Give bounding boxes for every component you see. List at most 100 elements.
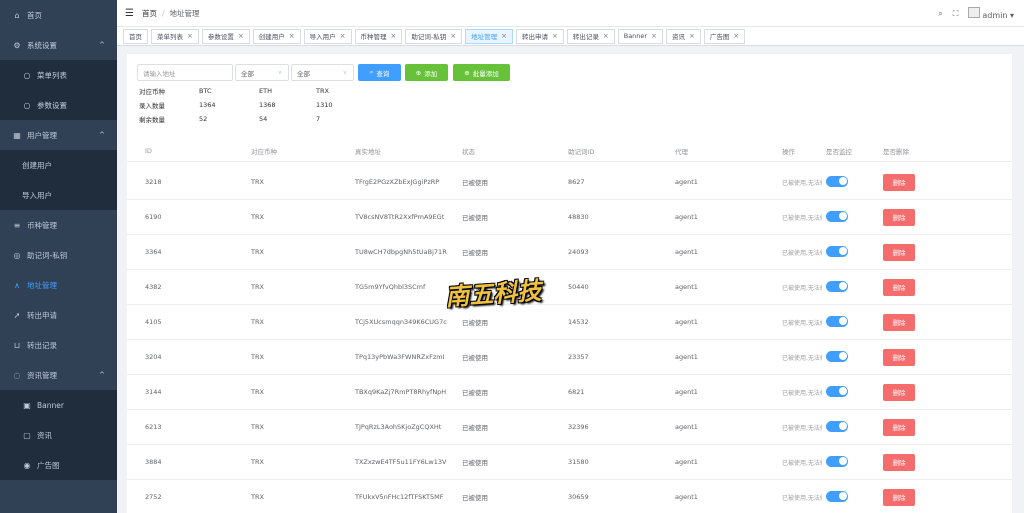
cell-operation: 已被使用,无法修 xyxy=(782,214,822,222)
gear-icon: ⚙ xyxy=(13,40,21,50)
close-icon[interactable]: × xyxy=(289,32,295,40)
close-icon[interactable]: × xyxy=(689,32,695,40)
sidebar-item[interactable]: ⊔ 转出记录 xyxy=(0,330,117,360)
monitor-toggle[interactable] xyxy=(826,280,848,292)
cell-agent: agent1 xyxy=(675,388,698,396)
sidebar-item-label: 广告图 xyxy=(37,460,60,470)
cell-id: 4382 xyxy=(145,283,162,291)
sidebar-item[interactable]: ⌂ 首页 xyxy=(0,0,117,30)
query-button[interactable]: ⌕ 查询 xyxy=(358,64,401,81)
cell-monitor xyxy=(822,420,875,434)
cell-monitor xyxy=(822,175,875,189)
cell-mnemonic-id: 32396 xyxy=(568,423,589,431)
sidebar-item[interactable]: ○ 参数设置 xyxy=(0,90,117,120)
delete-button[interactable]: 删除 xyxy=(883,313,915,331)
tag-tab[interactable]: 转出记录 × xyxy=(566,28,615,44)
monitor-toggle[interactable] xyxy=(826,490,848,502)
cell-mnemonic-id: 8627 xyxy=(568,178,585,186)
cell-status: 已被使用 xyxy=(462,424,488,432)
stats-cell: 剩余数量 xyxy=(139,116,165,124)
close-icon[interactable]: × xyxy=(501,32,507,40)
chevron-up-icon: ^ xyxy=(99,131,105,139)
hamburger-icon[interactable]: ☰ xyxy=(125,8,134,19)
delete-button[interactable]: 删除 xyxy=(883,243,915,261)
cell-delete: 删除 xyxy=(875,313,935,331)
sidebar-item[interactable]: ≡ 币种管理 xyxy=(0,210,117,240)
batch-add-button[interactable]: ⊕ 批量添加 xyxy=(453,64,510,81)
cell-address: TFrgE2PGzXZbExJGgiPzRP xyxy=(355,178,440,186)
cell-id: 3884 xyxy=(145,458,162,466)
add-button[interactable]: ⊕ 添加 xyxy=(405,64,448,81)
tag-tab[interactable]: 参数设置 × xyxy=(201,28,250,44)
cell-agent: agent1 xyxy=(675,283,698,291)
close-icon[interactable]: × xyxy=(450,32,456,40)
stats-header: 对应币种 BTC ETH TRX xyxy=(139,84,356,98)
monitor-toggle[interactable] xyxy=(826,210,848,222)
tent-icon: ∧ xyxy=(14,280,20,290)
tag-tab[interactable]: 助记词-私钥 × xyxy=(405,28,463,44)
tag-tab[interactable]: 导入用户 × xyxy=(303,28,352,44)
breadcrumb-home[interactable]: 首页 xyxy=(142,9,157,18)
tag-tab[interactable]: Banner × xyxy=(617,28,663,44)
delete-button[interactable]: 删除 xyxy=(883,418,915,436)
delete-button[interactable]: 删除 xyxy=(883,208,915,226)
tag-tab[interactable]: 广告图 × xyxy=(703,28,746,44)
monitor-toggle[interactable] xyxy=(826,385,848,397)
tag-tab[interactable]: 资讯 × xyxy=(665,28,701,44)
tag-tab[interactable]: 创建用户 × xyxy=(252,28,301,44)
sidebar-item[interactable]: 导入用户 xyxy=(0,180,117,210)
monitor-toggle[interactable] xyxy=(826,420,848,432)
stats-cell: ETH xyxy=(259,87,272,95)
tag-tab-label: 菜单列表 xyxy=(157,33,183,41)
delete-button[interactable]: 删除 xyxy=(883,348,915,366)
sidebar-item[interactable]: ○ 菜单列表 xyxy=(0,60,117,90)
sidebar-item[interactable]: ∧ 地址管理 xyxy=(0,270,117,300)
tag-tab[interactable]: 地址管理 × xyxy=(465,28,513,44)
monitor-toggle[interactable] xyxy=(826,315,848,327)
close-icon[interactable]: × xyxy=(651,32,657,40)
sidebar-item[interactable]: ▣ Banner xyxy=(0,390,117,420)
tag-tab[interactable]: 首页 xyxy=(123,28,148,44)
sidebar-item[interactable]: ◉ 广告图 xyxy=(0,450,117,480)
search-icon[interactable]: ⌕ xyxy=(938,9,942,19)
monitor-toggle[interactable] xyxy=(826,245,848,257)
delete-button[interactable]: 删除 xyxy=(883,383,915,401)
chat-icon: ◌ xyxy=(13,370,21,380)
table-row: 3364 TRX TU8wCH7dbpgNh5tUaBj71R 已被使用 24093 ag… xyxy=(127,235,1012,270)
monitor-toggle[interactable] xyxy=(826,175,848,187)
sidebar-item[interactable]: ◎ 助记词-私钥 xyxy=(0,240,117,270)
stats-cell: 54 xyxy=(259,115,268,123)
tag-tab[interactable]: 菜单列表 × xyxy=(151,28,199,44)
delete-button[interactable]: 删除 xyxy=(883,453,915,471)
close-icon[interactable]: × xyxy=(340,32,346,40)
close-icon[interactable]: × xyxy=(603,32,609,40)
status-select[interactable]: 全部 ∨ xyxy=(291,64,354,81)
close-icon[interactable]: × xyxy=(733,32,739,40)
user-menu[interactable]: admin ▾ xyxy=(968,7,1014,20)
address-search-input[interactable]: 请输入地址 xyxy=(137,64,233,81)
cell-delete: 删除 xyxy=(875,488,935,506)
sidebar-item[interactable]: ▦ 用户管理 ^ xyxy=(0,120,117,150)
fullscreen-icon[interactable]: ⛶ xyxy=(953,9,959,19)
cell-id: 4105 xyxy=(145,318,162,326)
close-icon[interactable]: × xyxy=(238,32,244,40)
tag-tab[interactable]: 转出申请 × xyxy=(515,28,564,44)
monitor-toggle[interactable] xyxy=(826,455,848,467)
delete-button[interactable]: 删除 xyxy=(883,173,915,191)
circle-icon: ○ xyxy=(23,100,31,110)
delete-button[interactable]: 删除 xyxy=(883,488,915,506)
sidebar-item[interactable]: ▢ 资讯 xyxy=(0,420,117,450)
tag-tab-label: 地址管理 xyxy=(471,33,498,41)
sidebar-item-label: 币种管理 xyxy=(27,220,57,230)
delete-button[interactable]: 删除 xyxy=(883,278,915,296)
close-icon[interactable]: × xyxy=(552,32,558,40)
sidebar-item[interactable]: 创建用户 xyxy=(0,150,117,180)
currency-select[interactable]: 全部 ∨ xyxy=(235,64,289,81)
close-icon[interactable]: × xyxy=(187,32,193,40)
sidebar-item[interactable]: ◌ 资讯管理 ^ xyxy=(0,360,117,390)
monitor-toggle[interactable] xyxy=(826,350,848,362)
close-icon[interactable]: × xyxy=(391,32,397,40)
sidebar-item[interactable]: ⚙ 系统设置 ^ xyxy=(0,30,117,60)
tag-tab[interactable]: 币种管理 × xyxy=(354,28,403,44)
sidebar-item[interactable]: ➚ 转出申请 xyxy=(0,300,117,330)
